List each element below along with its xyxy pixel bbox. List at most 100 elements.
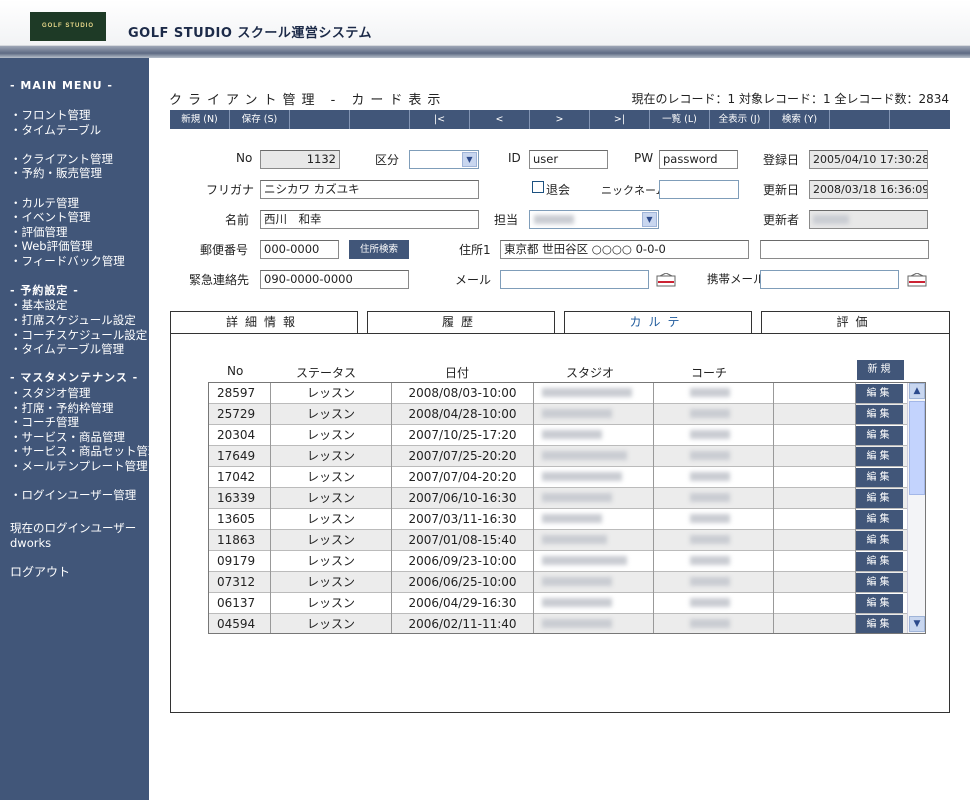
table-row[interactable]: 28597 レッスン 2008/08/03-10:00 編集 <box>209 383 907 404</box>
table-row[interactable]: 20304 レッスン 2007/10/25-17:20 編集 <box>209 425 907 446</box>
sidebar-item-event[interactable]: ・イベント管理 <box>10 210 91 224</box>
new-karte-button[interactable]: 新規 <box>857 360 904 380</box>
sidebar-item-evaluation[interactable]: ・評価管理 <box>10 225 68 239</box>
first-record-button[interactable]: |< <box>410 110 470 129</box>
address2-field[interactable] <box>760 240 929 259</box>
pw-field[interactable]: password <box>659 150 738 169</box>
cell-no: 16339 <box>209 488 271 509</box>
emergency-field[interactable]: 090-0000-0000 <box>260 270 409 289</box>
new-record-button[interactable]: 新規 (N) <box>170 110 230 129</box>
withdraw-checkbox[interactable] <box>532 181 544 193</box>
studio-redacted <box>542 535 607 544</box>
sidebar-item-timetable-mgmt[interactable]: ・タイムテーブル管理 <box>10 342 124 356</box>
table-row[interactable]: 07312 レッスン 2006/06/25-10:00 編集 <box>209 572 907 593</box>
sidebar-item-karte[interactable]: ・カルテ管理 <box>10 196 79 210</box>
cell-coach <box>654 467 774 488</box>
edit-button[interactable]: 編集 <box>856 447 903 466</box>
table-row[interactable]: 17042 レッスン 2007/07/04-20:20 編集 <box>209 467 907 488</box>
column-header-coach: コーチ <box>691 366 728 380</box>
column-header-studio: スタジオ <box>566 366 615 380</box>
table-row[interactable]: 06137 レッスン 2006/04/29-16:30 編集 <box>209 593 907 614</box>
address1-field[interactable]: 東京都 世田谷区 ○○○○ 0-0-0 <box>500 240 749 259</box>
edit-button[interactable]: 編集 <box>856 510 903 529</box>
zip-field[interactable]: 000-0000 <box>260 240 339 259</box>
sidebar-item-login-user[interactable]: ・ログインユーザー管理 <box>10 488 136 502</box>
sidebar-item-seat-slot[interactable]: ・打席・予約枠管理 <box>10 401 114 415</box>
cell-extra <box>774 530 856 551</box>
edit-button[interactable]: 編集 <box>856 489 903 508</box>
scroll-thumb[interactable] <box>909 401 925 495</box>
sidebar-item-coach-schedule[interactable]: ・コーチスケジュール設定 <box>10 328 147 342</box>
cell-date: 2006/09/23-10:00 <box>392 551 534 572</box>
chevron-down-icon: ▼ <box>462 152 477 167</box>
sidebar-item-service-set[interactable]: ・サービス・商品セット管理 <box>10 444 160 458</box>
sidebar-item-front[interactable]: ・フロント管理 <box>10 108 91 122</box>
table-row[interactable]: 17649 レッスン 2007/07/25-20:20 編集 <box>209 446 907 467</box>
no-label: No <box>236 151 253 165</box>
name-field[interactable]: 西川 和幸 <box>260 210 479 229</box>
sidebar-item-studio[interactable]: ・スタジオ管理 <box>10 386 91 400</box>
edit-button[interactable]: 編集 <box>856 615 903 633</box>
send-mobile-mail-icon[interactable] <box>907 273 927 287</box>
staff-select[interactable]: ▼ <box>529 210 659 229</box>
furigana-field[interactable]: ニシカワ カズユキ <box>260 180 479 199</box>
table-row[interactable]: 04594 レッスン 2006/02/11-11:40 編集 <box>209 614 907 633</box>
sidebar-item-reservation-sales[interactable]: ・予約・販売管理 <box>10 166 102 180</box>
sidebar-item-service-product[interactable]: ・サービス・商品管理 <box>10 430 125 444</box>
mobile-mail-field[interactable] <box>760 270 899 289</box>
cell-status: レッスン <box>271 425 392 446</box>
table-row[interactable]: 16339 レッスン 2007/06/10-16:30 編集 <box>209 488 907 509</box>
edit-button[interactable]: 編集 <box>856 468 903 487</box>
coach-redacted <box>690 451 730 460</box>
table-row[interactable]: 11863 レッスン 2007/01/08-15:40 編集 <box>209 530 907 551</box>
kubun-select[interactable]: ▼ <box>409 150 479 169</box>
cell-date: 2007/01/08-15:40 <box>392 530 534 551</box>
sidebar-item-timetable[interactable]: ・タイムテーブル <box>10 123 101 137</box>
logout-link[interactable]: ログアウト <box>10 565 70 579</box>
edit-button[interactable]: 編集 <box>856 552 903 571</box>
table-row[interactable]: 13605 レッスン 2007/03/11-16:30 編集 <box>209 509 907 530</box>
tab-history[interactable]: 履歴 <box>367 311 555 333</box>
last-record-button[interactable]: >| <box>590 110 650 129</box>
next-record-button[interactable]: > <box>530 110 590 129</box>
studio-redacted <box>542 598 612 607</box>
vertical-scrollbar[interactable]: ▲ ▼ <box>907 383 925 633</box>
furigana-label: フリガナ <box>206 183 255 197</box>
edit-button[interactable]: 編集 <box>856 594 903 613</box>
table-row[interactable]: 09179 レッスン 2006/09/23-10:00 編集 <box>209 551 907 572</box>
sidebar-item-client[interactable]: ・クライアント管理 <box>10 152 113 166</box>
cell-status: レッスン <box>271 593 392 614</box>
save-button[interactable]: 保存 (S) <box>230 110 290 129</box>
edit-button[interactable]: 編集 <box>856 531 903 550</box>
scroll-up-icon[interactable]: ▲ <box>909 383 925 399</box>
cell-no: 20304 <box>209 425 271 446</box>
tab-evaluation[interactable]: 評価 <box>761 311 950 333</box>
sidebar-item-web-evaluation[interactable]: ・Web評価管理 <box>10 239 93 253</box>
sidebar-item-mail-template[interactable]: ・メールテンプレート管理 <box>10 459 148 473</box>
edit-button[interactable]: 編集 <box>856 405 903 424</box>
address-search-button[interactable]: 住所検索 <box>349 240 409 259</box>
edit-button[interactable]: 編集 <box>856 426 903 445</box>
table-row[interactable]: 25729 レッスン 2008/04/28-10:00 編集 <box>209 404 907 425</box>
column-header-date: 日付 <box>445 366 470 380</box>
id-field[interactable]: user <box>529 150 608 169</box>
sidebar-item-coach[interactable]: ・コーチ管理 <box>10 415 79 429</box>
prev-record-button[interactable]: < <box>470 110 530 129</box>
tab-detail-info[interactable]: 詳細情報 <box>170 311 358 333</box>
edit-button[interactable]: 編集 <box>856 384 903 403</box>
coach-redacted <box>690 514 730 523</box>
send-mail-icon[interactable] <box>656 273 676 287</box>
mail-field[interactable] <box>500 270 649 289</box>
tab-karte[interactable]: カルテ <box>564 311 752 335</box>
coach-redacted <box>690 619 730 628</box>
sidebar-item-feedback[interactable]: ・フィードバック管理 <box>10 254 125 268</box>
mobile-mail-label: 携帯メール <box>707 272 765 286</box>
list-view-button[interactable]: 一覧 (L) <box>650 110 710 129</box>
nickname-field[interactable] <box>659 180 739 199</box>
sidebar-item-seat-schedule[interactable]: ・打席スケジュール設定 <box>10 313 136 327</box>
sidebar-item-basic-settings[interactable]: ・基本設定 <box>10 298 68 312</box>
search-button[interactable]: 検索 (Y) <box>770 110 830 129</box>
scroll-down-icon[interactable]: ▼ <box>909 616 925 632</box>
edit-button[interactable]: 編集 <box>856 573 903 592</box>
show-all-button[interactable]: 全表示 (J) <box>710 110 770 129</box>
